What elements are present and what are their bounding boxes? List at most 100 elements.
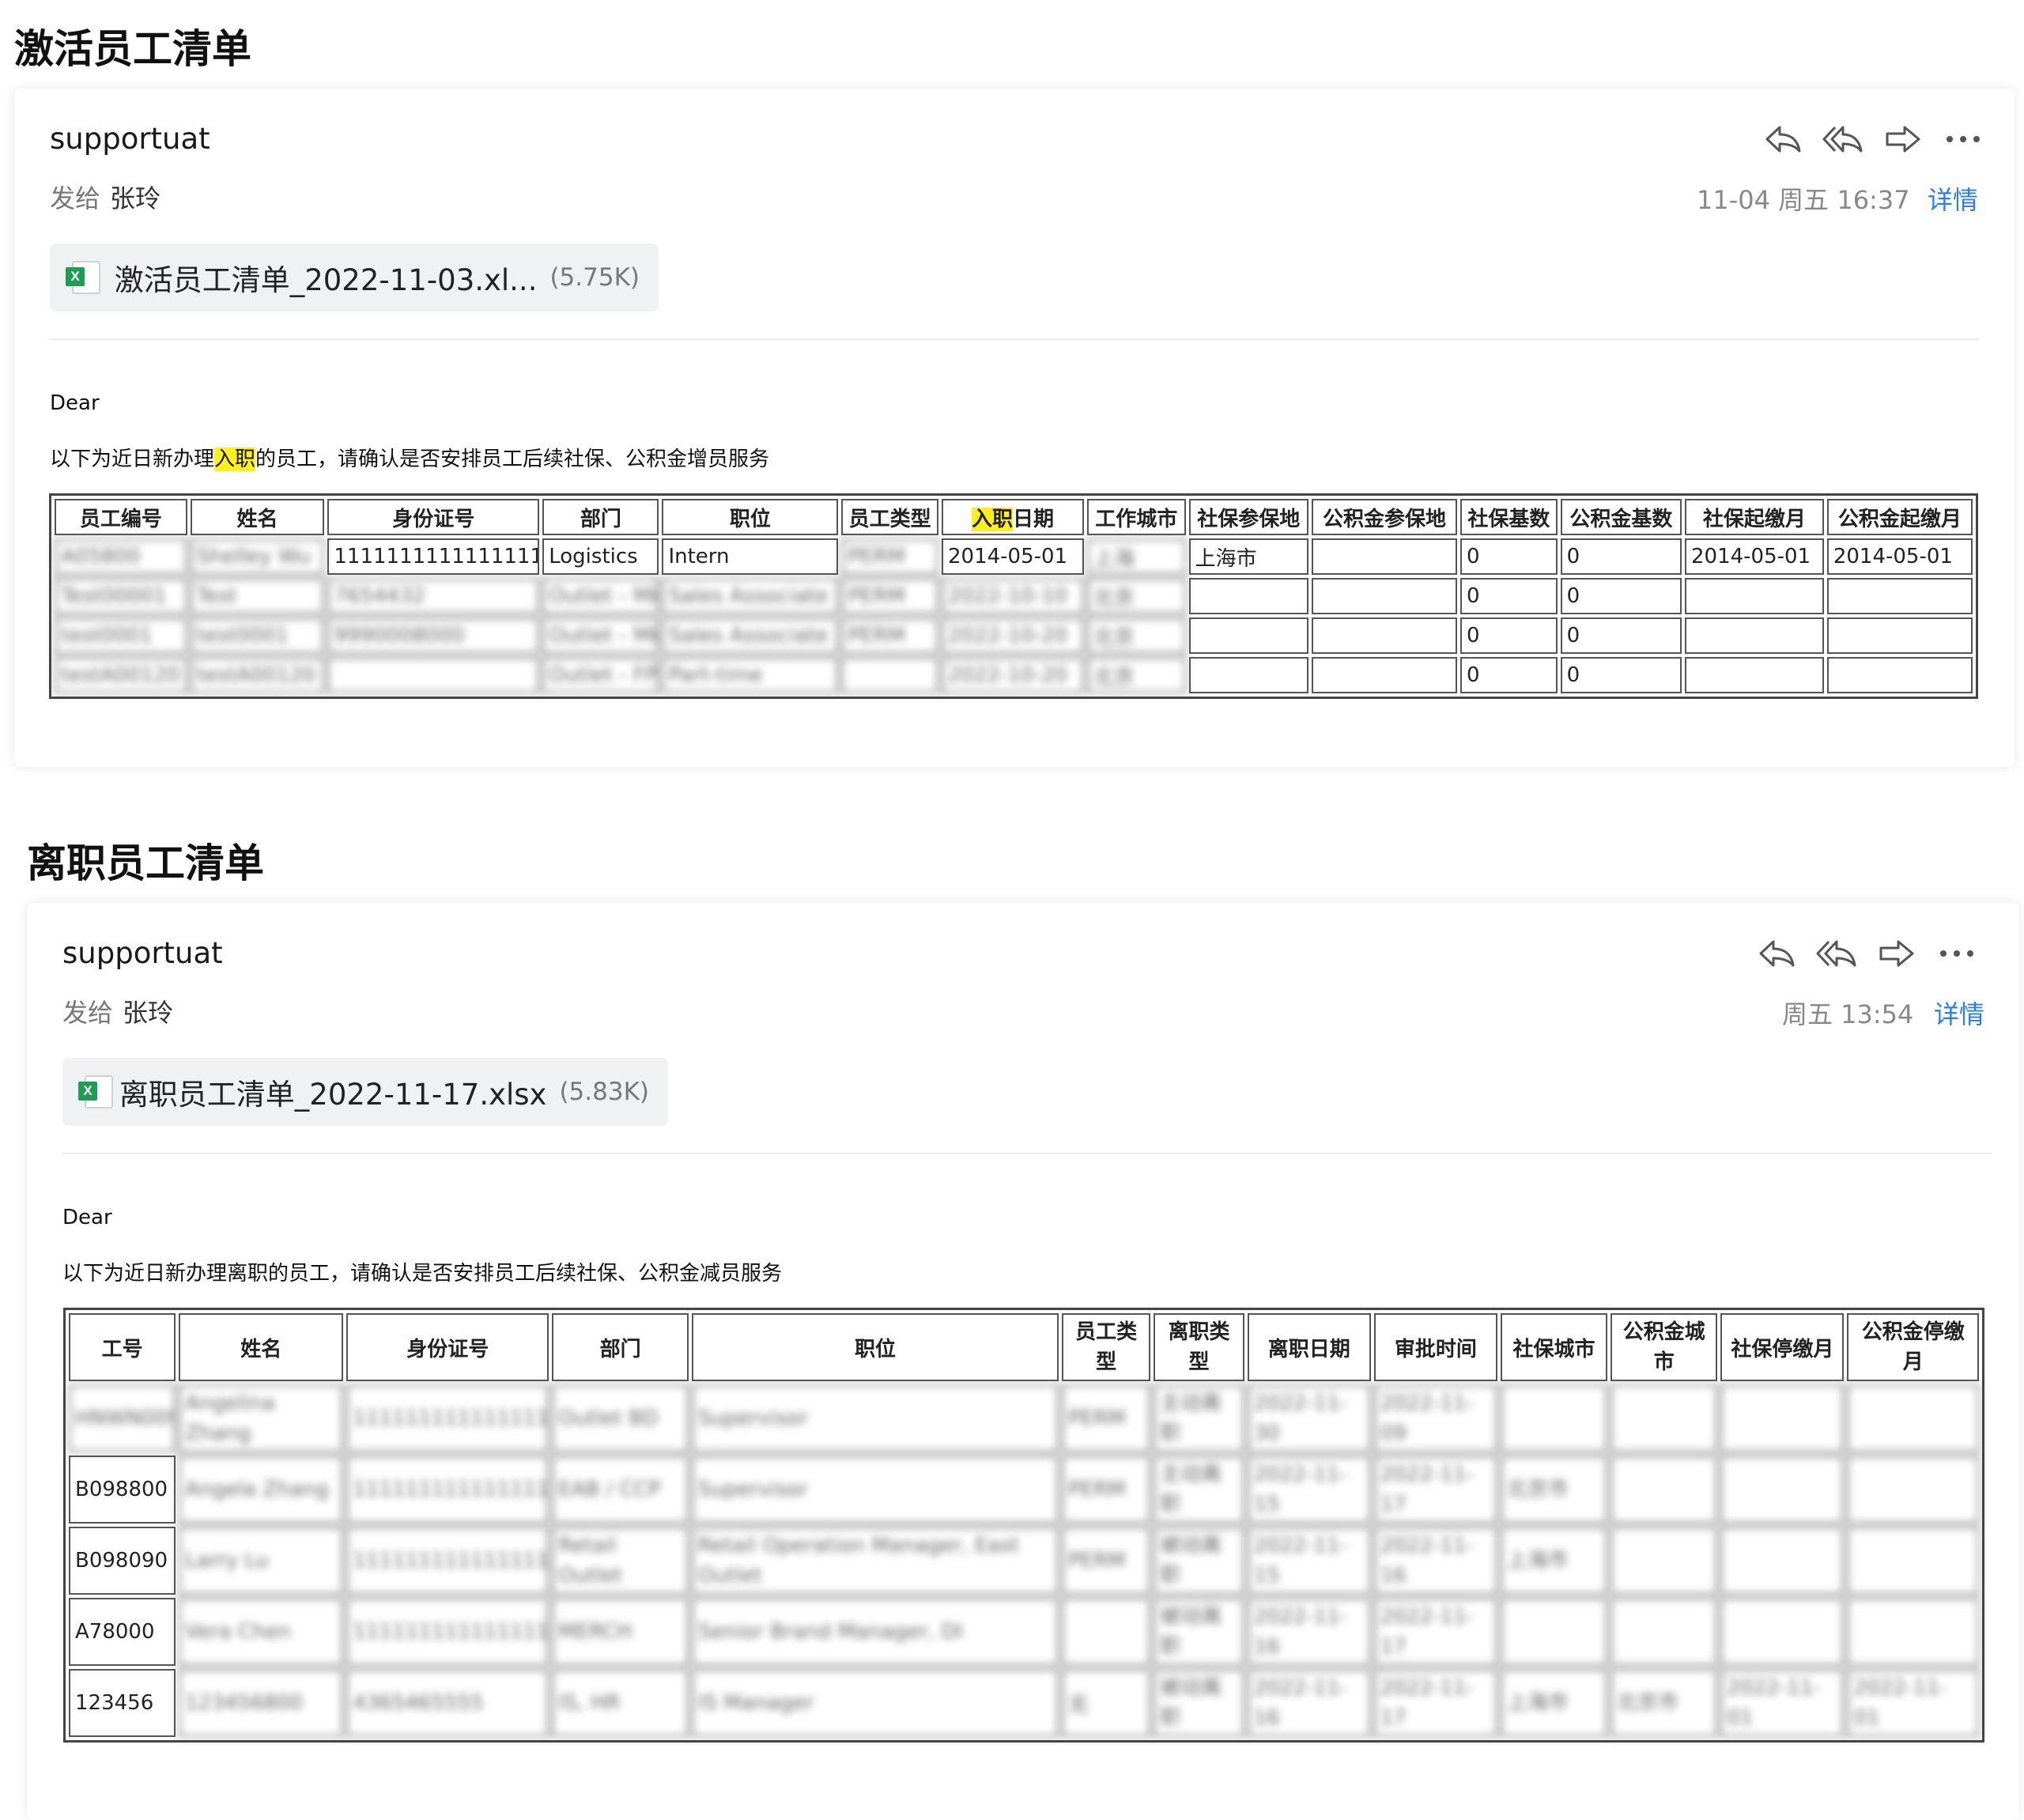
- col-header: 姓名: [190, 499, 325, 535]
- table-cell: 上海市: [1500, 1669, 1608, 1737]
- table-cell: Outlet - Mkt: [542, 578, 659, 614]
- table-cell: 上海: [1086, 538, 1186, 575]
- col-header: 社保基数: [1459, 499, 1558, 535]
- more-icon[interactable]: [1934, 936, 1980, 971]
- col-header: 社保停缴月: [1720, 1313, 1845, 1381]
- sender-name[interactable]: supportuat: [50, 122, 210, 156]
- header-suffix: 日期: [1012, 507, 1054, 531]
- excel-file-icon: X: [78, 1074, 113, 1110]
- table-cell: 111111111111111111: [346, 1598, 549, 1666]
- more-icon[interactable]: [1940, 122, 1986, 157]
- table-cell: [1847, 1527, 1979, 1595]
- table-cell: A05800: [55, 538, 187, 575]
- forward-icon[interactable]: [1874, 936, 1920, 971]
- table-cell: Senior Brand Manager, DI: [691, 1598, 1059, 1666]
- table-cell: 123456800: [179, 1669, 344, 1737]
- intro-pre: 以下为近日新办理: [50, 447, 215, 471]
- reply-icon[interactable]: [1760, 122, 1806, 157]
- table-cell: [1311, 657, 1457, 693]
- table-cell: [1847, 1598, 1979, 1666]
- table-cell: [1188, 578, 1308, 614]
- table-cell: 0: [1459, 657, 1558, 693]
- attachment-name: 激活员工清单_2022-11-03.xl...: [114, 263, 538, 297]
- col-header: 身份证号: [327, 499, 540, 535]
- attachment[interactable]: X 激活员工清单_2022-11-03.xl... (5.75K): [50, 244, 659, 312]
- reply-all-icon[interactable]: [1814, 936, 1860, 971]
- attachment-size: (5.75K): [549, 263, 640, 292]
- col-header: 员工类型: [841, 499, 938, 535]
- email-card-resigned: supportuat 发给 张玲 周五 13:54 详情 X 离职员工清单_202…: [27, 903, 2019, 1820]
- details-link[interactable]: 详情: [1934, 995, 1984, 1031]
- table-cell: Test00001: [55, 578, 187, 614]
- table-cell: [1685, 657, 1824, 693]
- sender-name[interactable]: supportuat: [62, 936, 223, 970]
- table-cell: HNWN009: [69, 1384, 176, 1452]
- table-cell: [1720, 1456, 1845, 1524]
- table-cell: 7654432: [327, 578, 540, 614]
- table-cell: Part-time: [662, 657, 839, 693]
- col-header: 部门: [552, 1313, 689, 1381]
- table-cell: [1188, 617, 1308, 654]
- table-cell: IS, HR: [552, 1669, 689, 1737]
- table-cell: [1611, 1527, 1718, 1595]
- forward-icon[interactable]: [1880, 122, 1926, 157]
- greeting: Dear: [50, 391, 100, 415]
- table-cell: PERM: [841, 538, 938, 575]
- table-cell: 0: [1459, 578, 1558, 614]
- col-header: 职位: [662, 499, 839, 535]
- table-cell: [841, 657, 938, 693]
- table-cell: 主动离职: [1154, 1456, 1244, 1524]
- table-cell: 无: [1061, 1669, 1151, 1737]
- table-cell: 0: [1459, 617, 1558, 654]
- recipient-line: 发给 张玲: [50, 179, 160, 215]
- table-cell: 北京: [1086, 657, 1186, 693]
- table-cell: Supervisor: [691, 1384, 1059, 1452]
- col-header: 离职类型: [1154, 1313, 1244, 1381]
- table-cell: [1500, 1598, 1608, 1666]
- table-cell: 2022-11-15: [1247, 1456, 1371, 1524]
- table-cell: 上海市: [1500, 1527, 1608, 1595]
- table-row: 123456 123456800 4365465555 IS, HR IS Manage…: [69, 1669, 1979, 1737]
- table-cell: 111111111111111111: [346, 1384, 549, 1452]
- recipient-name[interactable]: 张玲: [110, 183, 160, 213]
- intro-text: 以下为近日新办理入职的员工，请确认是否安排员工后续社保、公积金增员服务: [50, 443, 769, 472]
- table-cell: 111111111111111111: [327, 538, 540, 575]
- col-header: 部门: [542, 499, 659, 535]
- col-header: 姓名: [179, 1313, 344, 1381]
- details-link[interactable]: 详情: [1928, 180, 1978, 217]
- email-card-active: supportuat 发给 张玲 11-04 周五 16:37 详情 X 激活员工…: [14, 89, 2015, 767]
- table-cell: 0: [1560, 538, 1682, 575]
- table-cell: Outlet BD: [552, 1384, 689, 1452]
- table-cell: [1826, 578, 1973, 614]
- table-cell: Test: [190, 578, 325, 614]
- table-cell: 2014-05-01: [1826, 538, 1973, 575]
- recipient-name[interactable]: 张玲: [123, 998, 173, 1028]
- table-cell: [1720, 1384, 1845, 1452]
- table-cell: [1061, 1598, 1151, 1666]
- table-cell: test0001: [55, 617, 187, 654]
- table-cell: [1826, 617, 1973, 654]
- col-header: 员工类型: [1061, 1313, 1151, 1381]
- table-cell: Sales Associate: [662, 578, 839, 614]
- attachment-name: 离职员工清单_2022-11-17.xlsx: [119, 1078, 547, 1112]
- greeting: Dear: [62, 1206, 112, 1229]
- table-cell: 2022-11-17: [1373, 1456, 1497, 1524]
- table-row: HNWN009Angelina Zhang111111111111111111O…: [69, 1384, 1979, 1452]
- table-cell: Sales Associate: [662, 617, 839, 654]
- table-cell: Angela Zhang: [179, 1456, 344, 1524]
- table-cell: A78000: [69, 1598, 176, 1666]
- col-header-hire-date: 入职日期: [942, 499, 1084, 535]
- reply-all-icon[interactable]: [1820, 122, 1866, 157]
- reply-icon[interactable]: [1754, 936, 1799, 971]
- attachment[interactable]: X 离职员工清单_2022-11-17.xlsx (5.83K): [62, 1058, 668, 1126]
- table-cell: 0: [1560, 617, 1682, 654]
- table-cell: [1826, 657, 1973, 693]
- table-cell: [1611, 1456, 1718, 1524]
- email-actions: [1739, 936, 1980, 971]
- table-cell: 123456: [69, 1669, 176, 1737]
- table-cell: test0001: [190, 617, 325, 654]
- table-cell: 被动离职: [1154, 1527, 1244, 1595]
- col-header: 职位: [691, 1313, 1059, 1381]
- table-cell: 主动离职: [1154, 1384, 1244, 1452]
- table-row: A78000Vera Chen111111111111111111MERCHSe…: [69, 1598, 1979, 1666]
